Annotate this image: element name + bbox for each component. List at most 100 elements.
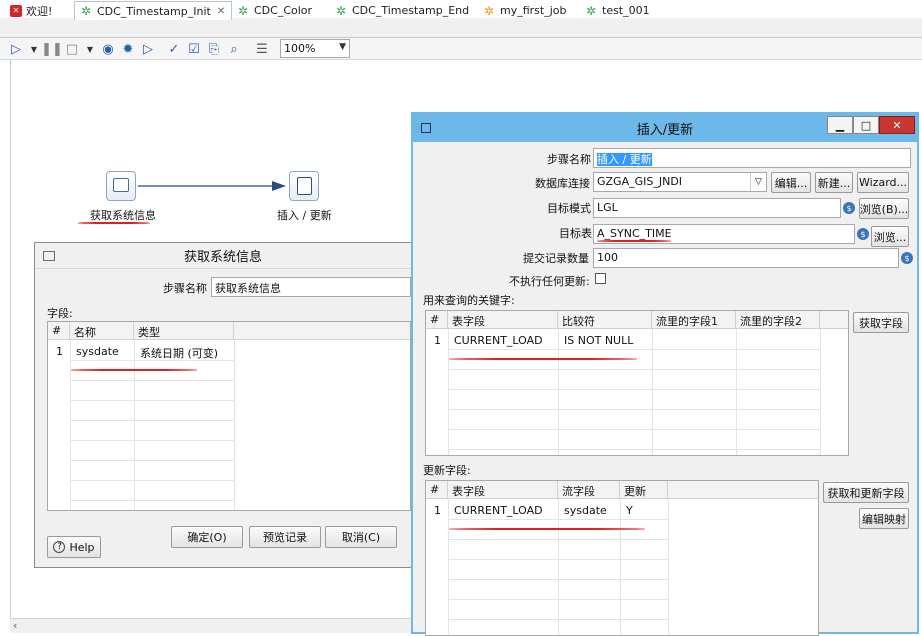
- job-icon: ✲: [484, 3, 495, 18]
- no-update-checkbox[interactable]: [595, 273, 606, 284]
- column-header[interactable]: 表字段: [448, 481, 558, 499]
- field-type-cell[interactable]: 系统日期 (可变): [136, 343, 222, 363]
- ok-button[interactable]: 确定(O): [171, 526, 243, 548]
- sql-icon[interactable]: ⎘: [206, 41, 222, 57]
- step-name-input[interactable]: 获取系统信息: [211, 277, 411, 297]
- lookup-keys-label: 用来查询的关键字:: [423, 294, 515, 307]
- minimize-button[interactable]: ▁: [827, 116, 853, 134]
- tab-my-first-job[interactable]: ✲ my_first_job: [478, 1, 573, 20]
- insert-update-icon: [297, 177, 312, 195]
- stop-dropdown-icon[interactable]: ▼: [82, 41, 98, 57]
- stream-field2-cell[interactable]: [738, 332, 746, 336]
- comparator-cell[interactable]: IS NOT NULL: [560, 332, 637, 349]
- variable-icon: $: [857, 228, 869, 240]
- get-update-fields-button[interactable]: 获取和更新字段: [823, 482, 909, 503]
- run-icon[interactable]: ▷: [8, 41, 24, 57]
- canvas-horizontal-scrollbar[interactable]: ‹: [10, 618, 430, 633]
- tab-label: my_first_job: [500, 4, 567, 17]
- tab-cdc-timestamp-end[interactable]: ✲ CDC_Timestamp_End: [330, 1, 475, 20]
- toolbar: ▷ ▼ ❚❚ □ ▼ ◉ ✹ ▷ ✓ ☑ ⎘ ⌕ ☰ 100% ▼: [0, 38, 922, 60]
- cancel-button[interactable]: 取消(C): [325, 526, 397, 548]
- target-table-label: 目标表: [559, 227, 592, 240]
- analyze-icon[interactable]: ☑: [186, 41, 202, 57]
- explore-db-icon[interactable]: ⌕: [226, 41, 242, 57]
- column-header[interactable]: 流里的字段1: [652, 311, 736, 329]
- dialog-title: 插入/更新: [636, 122, 694, 138]
- commit-size-label: 提交记录数量: [523, 252, 589, 265]
- column-header[interactable]: #: [48, 322, 70, 340]
- step-name-input[interactable]: 插入 / 更新: [593, 148, 911, 168]
- new-connection-button[interactable]: 新建...: [815, 172, 853, 193]
- column-header[interactable]: 类型: [134, 322, 234, 340]
- row-number: 1: [56, 345, 63, 358]
- dialog-title-bar[interactable]: 获取系统信息: [35, 243, 411, 269]
- tab-welcome[interactable]: ✕ 欢迎!: [4, 1, 58, 20]
- step-get-system-info[interactable]: [106, 171, 136, 201]
- edit-connection-button[interactable]: 编辑...: [771, 172, 811, 193]
- fields-table[interactable]: # 名称 类型 1 sysdate 系统日期 (可变): [47, 321, 411, 511]
- tab-test-001[interactable]: ✲ test_001: [580, 1, 656, 20]
- tab-label: CDC_Timestamp_End: [352, 4, 470, 17]
- wizard-button[interactable]: Wizard...: [857, 172, 909, 193]
- tab-label: CDC_Color: [254, 4, 313, 17]
- hop-arrow[interactable]: [136, 178, 288, 194]
- dialog-title: 获取系统信息: [183, 250, 262, 265]
- step-insert-update[interactable]: [289, 171, 319, 201]
- no-update-label: 不执行任何更新:: [509, 275, 590, 288]
- column-header[interactable]: #: [426, 481, 448, 499]
- preview-button[interactable]: 预览记录: [249, 526, 321, 548]
- get-fields-button[interactable]: 获取字段: [853, 312, 909, 333]
- red-annotation-underline: [449, 528, 645, 530]
- zoom-select[interactable]: 100% ▼: [280, 39, 350, 58]
- tab-cdc-color[interactable]: ✲ CDC_Color: [232, 1, 318, 20]
- column-header[interactable]: #: [426, 311, 448, 329]
- replay-icon[interactable]: ▷: [140, 41, 156, 57]
- show-results-icon[interactable]: ☰: [254, 41, 270, 57]
- commit-size-input[interactable]: 100: [593, 248, 899, 268]
- chevron-left-icon[interactable]: ‹: [13, 619, 17, 632]
- column-header[interactable]: 名称: [70, 322, 134, 340]
- chevron-down-icon: ▽: [750, 173, 766, 191]
- column-header: [234, 322, 410, 340]
- chevron-down-icon: ▼: [339, 42, 346, 52]
- browse-schema-button[interactable]: 浏览(B)...: [859, 198, 909, 219]
- run-dropdown-icon[interactable]: ▼: [26, 41, 42, 57]
- edit-mapping-button[interactable]: 编辑映射: [859, 508, 909, 529]
- variable-icon: $: [901, 252, 913, 264]
- update-fields-table[interactable]: # 表字段 流字段 更新 1 CURRENT_LOAD sysdate Y: [425, 480, 819, 636]
- help-button[interactable]: ? Help: [47, 536, 101, 558]
- field-name-cell[interactable]: sysdate: [72, 343, 123, 360]
- update-flag-cell[interactable]: Y: [622, 502, 637, 519]
- welcome-icon: ✕: [10, 4, 22, 17]
- fields-label: 字段:: [47, 307, 73, 320]
- column-header[interactable]: 流里的字段2: [736, 311, 820, 329]
- connection-select[interactable]: GZGA_GIS_JNDI ▽: [593, 172, 767, 192]
- lookup-keys-table[interactable]: # 表字段 比较符 流里的字段1 流里的字段2 1 CURRENT_LOAD I…: [425, 310, 849, 456]
- target-schema-input[interactable]: LGL: [593, 198, 841, 218]
- column-header[interactable]: 比较符: [558, 311, 652, 329]
- tab-label: test_001: [602, 4, 650, 17]
- tab-cdc-timestamp-init[interactable]: ✲ CDC_Timestamp_Init ✕: [74, 1, 233, 20]
- column-header[interactable]: 更新: [620, 481, 668, 499]
- red-annotation-underline: [449, 358, 637, 360]
- column-header[interactable]: 流字段: [558, 481, 620, 499]
- table-field-cell[interactable]: CURRENT_LOAD: [450, 332, 547, 349]
- close-button[interactable]: ✕: [879, 116, 915, 134]
- debug-icon[interactable]: ✹: [120, 41, 136, 57]
- close-icon[interactable]: ✕: [217, 6, 225, 17]
- stream-field1-cell[interactable]: [654, 332, 662, 336]
- column-header: [668, 481, 818, 499]
- pause-icon[interactable]: ❚❚: [41, 41, 63, 57]
- verify-icon[interactable]: ✓: [166, 41, 182, 57]
- tab-label: CDC_Timestamp_Init: [97, 4, 211, 18]
- dialog-icon: [421, 123, 431, 133]
- help-label: Help: [69, 540, 95, 554]
- preview-icon[interactable]: ◉: [100, 41, 116, 57]
- transformation-icon: ✲: [238, 3, 249, 18]
- stream-field-cell[interactable]: sysdate: [560, 502, 611, 519]
- table-field-cell[interactable]: CURRENT_LOAD: [450, 502, 547, 519]
- browse-table-button[interactable]: 浏览...: [871, 226, 909, 247]
- maximize-button[interactable]: □: [853, 116, 879, 134]
- column-header[interactable]: 表字段: [448, 311, 558, 329]
- stop-icon[interactable]: □: [64, 41, 80, 57]
